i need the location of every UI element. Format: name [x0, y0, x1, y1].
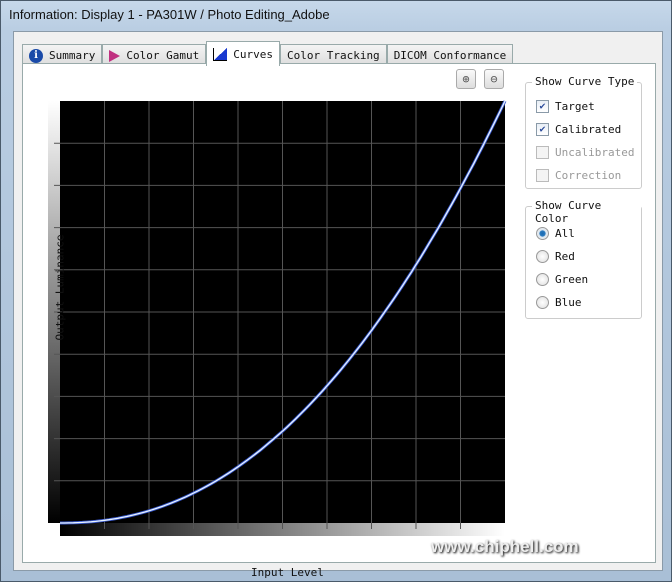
checkbox-checked-icon: ✔ [536, 100, 549, 113]
information-window: Information: Display 1 - PA301W / Photo … [0, 0, 672, 582]
window-title: Information: Display 1 - PA301W / Photo … [9, 7, 330, 22]
curves-page: ⊕ ⊖ Output Luminance Input Level Show Cu… [22, 63, 656, 579]
correction-checkbox: Correction [536, 169, 621, 182]
client-area: i Summary Color Gamut Curves Color Tracki… [13, 31, 663, 579]
checkbox-icon [536, 169, 549, 182]
color-gamut-icon [109, 49, 121, 62]
curve-type-group: Show Curve Type ✔ Target ✔ Calibrated Unca… [525, 75, 642, 189]
tab-label: Curves [233, 47, 273, 61]
red-radio[interactable]: Red [536, 250, 575, 263]
tab-bar: i Summary Color Gamut Curves Color Tracki… [22, 41, 514, 66]
tab-label: DICOM Conformance [393, 49, 507, 62]
tab-label: Summary [49, 49, 96, 62]
curve-color-group: Show Curve Color All Red Green Blue [525, 199, 642, 319]
calibrated-checkbox[interactable]: ✔ Calibrated [536, 123, 621, 136]
blue-radio[interactable]: Blue [536, 296, 582, 309]
checkbox-checked-icon: ✔ [536, 123, 549, 136]
radio-icon [536, 273, 549, 286]
tab-label: Color Tracking [286, 49, 380, 62]
curve-color-title: Show Curve Color [532, 199, 641, 225]
option-label: Blue [555, 296, 582, 309]
option-label: Red [555, 250, 575, 263]
option-label: All [555, 227, 575, 240]
radio-icon [536, 296, 549, 309]
option-label: Target [555, 100, 595, 113]
radio-icon [536, 250, 549, 263]
option-label: Green [555, 273, 589, 286]
x-axis-label: Input Level [251, 566, 324, 579]
option-label: Uncalibrated [555, 146, 635, 159]
y-axis-label: Output Luminance [53, 234, 67, 341]
option-label: Correction [555, 169, 622, 182]
curves-icon [213, 47, 228, 61]
checkbox-icon [536, 146, 549, 159]
radio-selected-icon [536, 227, 549, 240]
tab-curves[interactable]: Curves [206, 41, 280, 66]
uncalibrated-checkbox: Uncalibrated [536, 146, 634, 159]
watermark: www.chiphell.com [431, 537, 579, 556]
green-radio[interactable]: Green [536, 273, 588, 286]
info-icon: i [29, 48, 43, 63]
all-radio[interactable]: All [536, 227, 575, 240]
tab-label: Color Gamut [126, 49, 200, 62]
option-label: Calibrated [555, 123, 622, 136]
curve-type-title: Show Curve Type [532, 75, 638, 88]
target-checkbox[interactable]: ✔ Target [536, 100, 595, 113]
curves-chart [48, 100, 507, 536]
